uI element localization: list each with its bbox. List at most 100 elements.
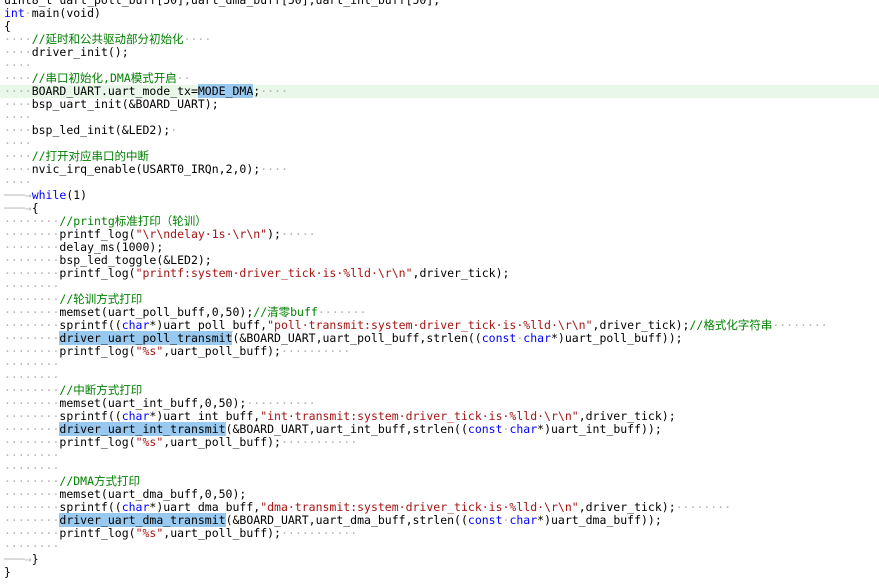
code-line[interactable]: ········ bbox=[0, 449, 879, 462]
keyword-token: const bbox=[481, 331, 517, 345]
code-token: } bbox=[4, 565, 11, 579]
code-token: printf_log( bbox=[59, 526, 136, 540]
whitespace-marker: ···· bbox=[4, 149, 32, 163]
highlighted-token: driver_uart_dma_transmit bbox=[59, 513, 226, 527]
code-token: { bbox=[4, 19, 11, 33]
whitespace-marker: ───→ bbox=[4, 552, 32, 566]
string-token: "%s" bbox=[135, 344, 164, 358]
code-line[interactable]: ····driver_init(); bbox=[0, 46, 879, 59]
whitespace-marker: ·········· bbox=[246, 396, 316, 410]
keyword-token: while bbox=[31, 188, 67, 202]
code-editor[interactable]: uint8_t uart_poll_buff[50],uart_dma_buff… bbox=[0, 0, 879, 586]
whitespace-marker: ········ bbox=[4, 305, 60, 319]
code-line[interactable]: ····//延时和公共驱动部分初始化···· bbox=[0, 33, 879, 46]
code-line[interactable]: uint8_t uart_poll_buff[50],uart_dma_buff… bbox=[0, 0, 879, 7]
whitespace-marker: ···· bbox=[260, 162, 288, 176]
code-token: nvic_irq_enable(USART0_IRQn,2,0); bbox=[31, 162, 261, 176]
code-token: printf_log( bbox=[59, 227, 136, 241]
highlighted-token: driver_uart_int_transmit bbox=[59, 422, 226, 436]
whitespace-marker: ········ bbox=[4, 383, 60, 397]
string-token: "int·transmit:system·driver_tick·is·%lld… bbox=[260, 409, 579, 423]
whitespace-marker: ·········· bbox=[280, 344, 351, 358]
code-line[interactable]: ───→while(1) bbox=[0, 189, 879, 202]
whitespace-marker: ········ bbox=[772, 318, 828, 332]
code-token: { bbox=[31, 201, 39, 215]
code-token: ,driver_tick); bbox=[578, 500, 676, 514]
code-token: *)uart_int_buff, bbox=[149, 409, 261, 423]
keyword-token: char bbox=[523, 331, 551, 345]
keyword-token: char bbox=[121, 318, 150, 332]
code-token: main(void) bbox=[31, 6, 101, 20]
code-token: (&BOARD_UART,uart_poll_buff,strlen(( bbox=[232, 331, 482, 345]
highlighted-token: driver_uart_poll_transmit bbox=[59, 331, 233, 345]
whitespace-marker: ········ bbox=[4, 526, 60, 540]
whitespace-marker: ········ bbox=[4, 487, 60, 501]
code-token: memset(uart_int_buff,0,50); bbox=[59, 396, 247, 410]
code-token: *)uart_int_buff)); bbox=[537, 422, 662, 436]
code-token: ); bbox=[267, 227, 281, 241]
code-token: driver_init(); bbox=[31, 45, 129, 59]
whitespace-marker: ···· bbox=[4, 84, 32, 98]
code-token: *)uart_poll_buff)); bbox=[551, 331, 683, 345]
whitespace-marker: ········ bbox=[4, 513, 60, 527]
code-line[interactable]: int·main(void) bbox=[0, 7, 879, 20]
comment-token: //中断方式打印 bbox=[59, 383, 143, 397]
comment-token: //打开对应串口的中断 bbox=[31, 149, 150, 163]
whitespace-marker: ··········· bbox=[280, 435, 358, 449]
whitespace-marker: ···· bbox=[4, 162, 32, 176]
whitespace-marker: ···· bbox=[4, 45, 32, 59]
whitespace-marker: · bbox=[24, 6, 32, 20]
whitespace-marker: ····· bbox=[280, 227, 316, 241]
code-line[interactable]: ····bsp_led_init(&LED2);· bbox=[0, 124, 879, 137]
keyword-token: char bbox=[121, 409, 150, 423]
comment-token: //串口初始化,DMA模式开启 bbox=[31, 71, 177, 85]
code-token: sprintf(( bbox=[59, 409, 122, 423]
code-token: (&BOARD_UART,uart_dma_buff,strlen(( bbox=[225, 513, 468, 527]
whitespace-marker: ········ bbox=[4, 409, 60, 423]
whitespace-marker: ········ bbox=[4, 227, 60, 241]
whitespace-marker: ···· bbox=[4, 58, 32, 72]
code-token: ,driver_tick); bbox=[412, 266, 510, 280]
code-line[interactable]: ········printf_log("%s",uart_poll_buff);… bbox=[0, 436, 879, 449]
code-token: (1) bbox=[66, 188, 88, 202]
string-token: "\r\ndelay·1s·\r\n" bbox=[135, 227, 268, 241]
code-line[interactable]: ···· bbox=[0, 176, 879, 189]
string-token: "printf:system·driver_tick·is·%lld·\r\n" bbox=[135, 266, 413, 280]
code-token: sprintf(( bbox=[59, 500, 122, 514]
whitespace-marker: ···· bbox=[4, 136, 32, 150]
whitespace-marker: ··········· bbox=[280, 526, 358, 540]
keyword-token: int bbox=[4, 6, 25, 20]
code-line[interactable]: ········printf_log("%s",uart_poll_buff);… bbox=[0, 527, 879, 540]
comment-token: //printg标准打印（轮训） bbox=[59, 214, 207, 228]
keyword-token: const bbox=[467, 422, 503, 436]
code-line[interactable]: ········printf_log("%s",uart_poll_buff);… bbox=[0, 345, 879, 358]
whitespace-marker: ···· bbox=[4, 97, 32, 111]
comment-token: //轮训方式打印 bbox=[59, 292, 143, 306]
keyword-token: char bbox=[509, 422, 538, 436]
code-line[interactable]: } bbox=[0, 566, 879, 579]
string-token: "%s" bbox=[135, 435, 164, 449]
code-token: (&BOARD_UART,uart_int_buff,strlen(( bbox=[225, 422, 468, 436]
code-token: ,uart_poll_buff); bbox=[163, 344, 281, 358]
whitespace-marker: ···· bbox=[4, 175, 32, 189]
whitespace-marker: ···· bbox=[4, 32, 32, 46]
keyword-token: const bbox=[467, 513, 503, 527]
comment-token: //格式化字符串 bbox=[689, 318, 773, 332]
whitespace-marker: ········ bbox=[4, 357, 60, 371]
code-line[interactable]: ····bsp_uart_init(&BOARD_UART); bbox=[0, 98, 879, 111]
code-line[interactable]: ········ bbox=[0, 540, 879, 553]
code-token: *)uart_poll_buff, bbox=[149, 318, 268, 332]
whitespace-marker: ········ bbox=[4, 344, 60, 358]
comment-token: //DMA方式打印 bbox=[59, 474, 141, 488]
code-line[interactable]: ───→} bbox=[0, 553, 879, 566]
whitespace-marker: ········ bbox=[4, 435, 60, 449]
code-token: BOARD_UART.uart_mode_tx= bbox=[31, 84, 198, 98]
comment-token: //清零buff bbox=[253, 305, 318, 319]
code-line[interactable]: ········ bbox=[0, 358, 879, 371]
code-line[interactable]: ········printf_log("printf:system·driver… bbox=[0, 267, 879, 280]
whitespace-marker: ········ bbox=[4, 448, 60, 462]
code-token: printf_log( bbox=[59, 435, 136, 449]
code-line[interactable]: ····nvic_irq_enable(USART0_IRQn,2,0);···… bbox=[0, 163, 879, 176]
whitespace-marker: ······· bbox=[317, 305, 367, 319]
string-token: "poll·transmit:system·driver_tick·is·%ll… bbox=[267, 318, 593, 332]
